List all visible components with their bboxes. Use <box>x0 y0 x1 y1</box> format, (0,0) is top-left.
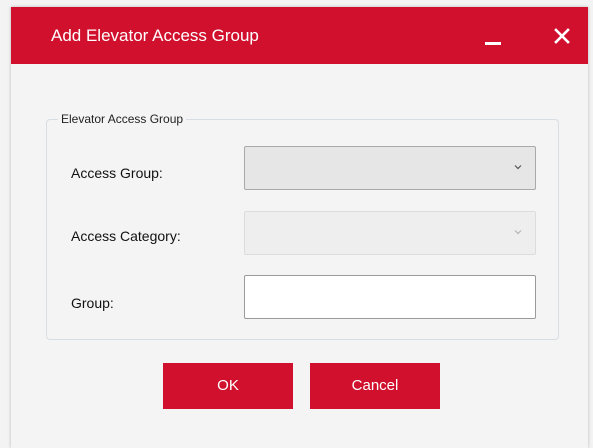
chevron-down-icon <box>514 230 522 235</box>
elevator-access-group-box: Elevator Access Group Access Group: Acce… <box>46 112 559 340</box>
minimize-button[interactable] <box>478 21 508 51</box>
group-label: Group: <box>71 295 114 311</box>
chevron-down-icon <box>514 165 522 170</box>
access-group-select[interactable] <box>244 146 536 190</box>
access-category-label: Access Category: <box>71 228 181 244</box>
access-category-select[interactable] <box>244 211 536 255</box>
dialog-window: Add Elevator Access Group Elevator Acces… <box>11 7 588 448</box>
close-button[interactable] <box>547 21 577 51</box>
cancel-button[interactable]: Cancel <box>310 363 440 409</box>
close-icon <box>554 28 570 44</box>
group-box-legend: Elevator Access Group <box>58 112 187 126</box>
access-group-label: Access Group: <box>71 165 163 181</box>
ok-button[interactable]: OK <box>163 363 293 409</box>
group-input[interactable] <box>244 275 536 319</box>
dialog-title: Add Elevator Access Group <box>51 26 259 45</box>
title-bar[interactable]: Add Elevator Access Group <box>11 7 588 64</box>
